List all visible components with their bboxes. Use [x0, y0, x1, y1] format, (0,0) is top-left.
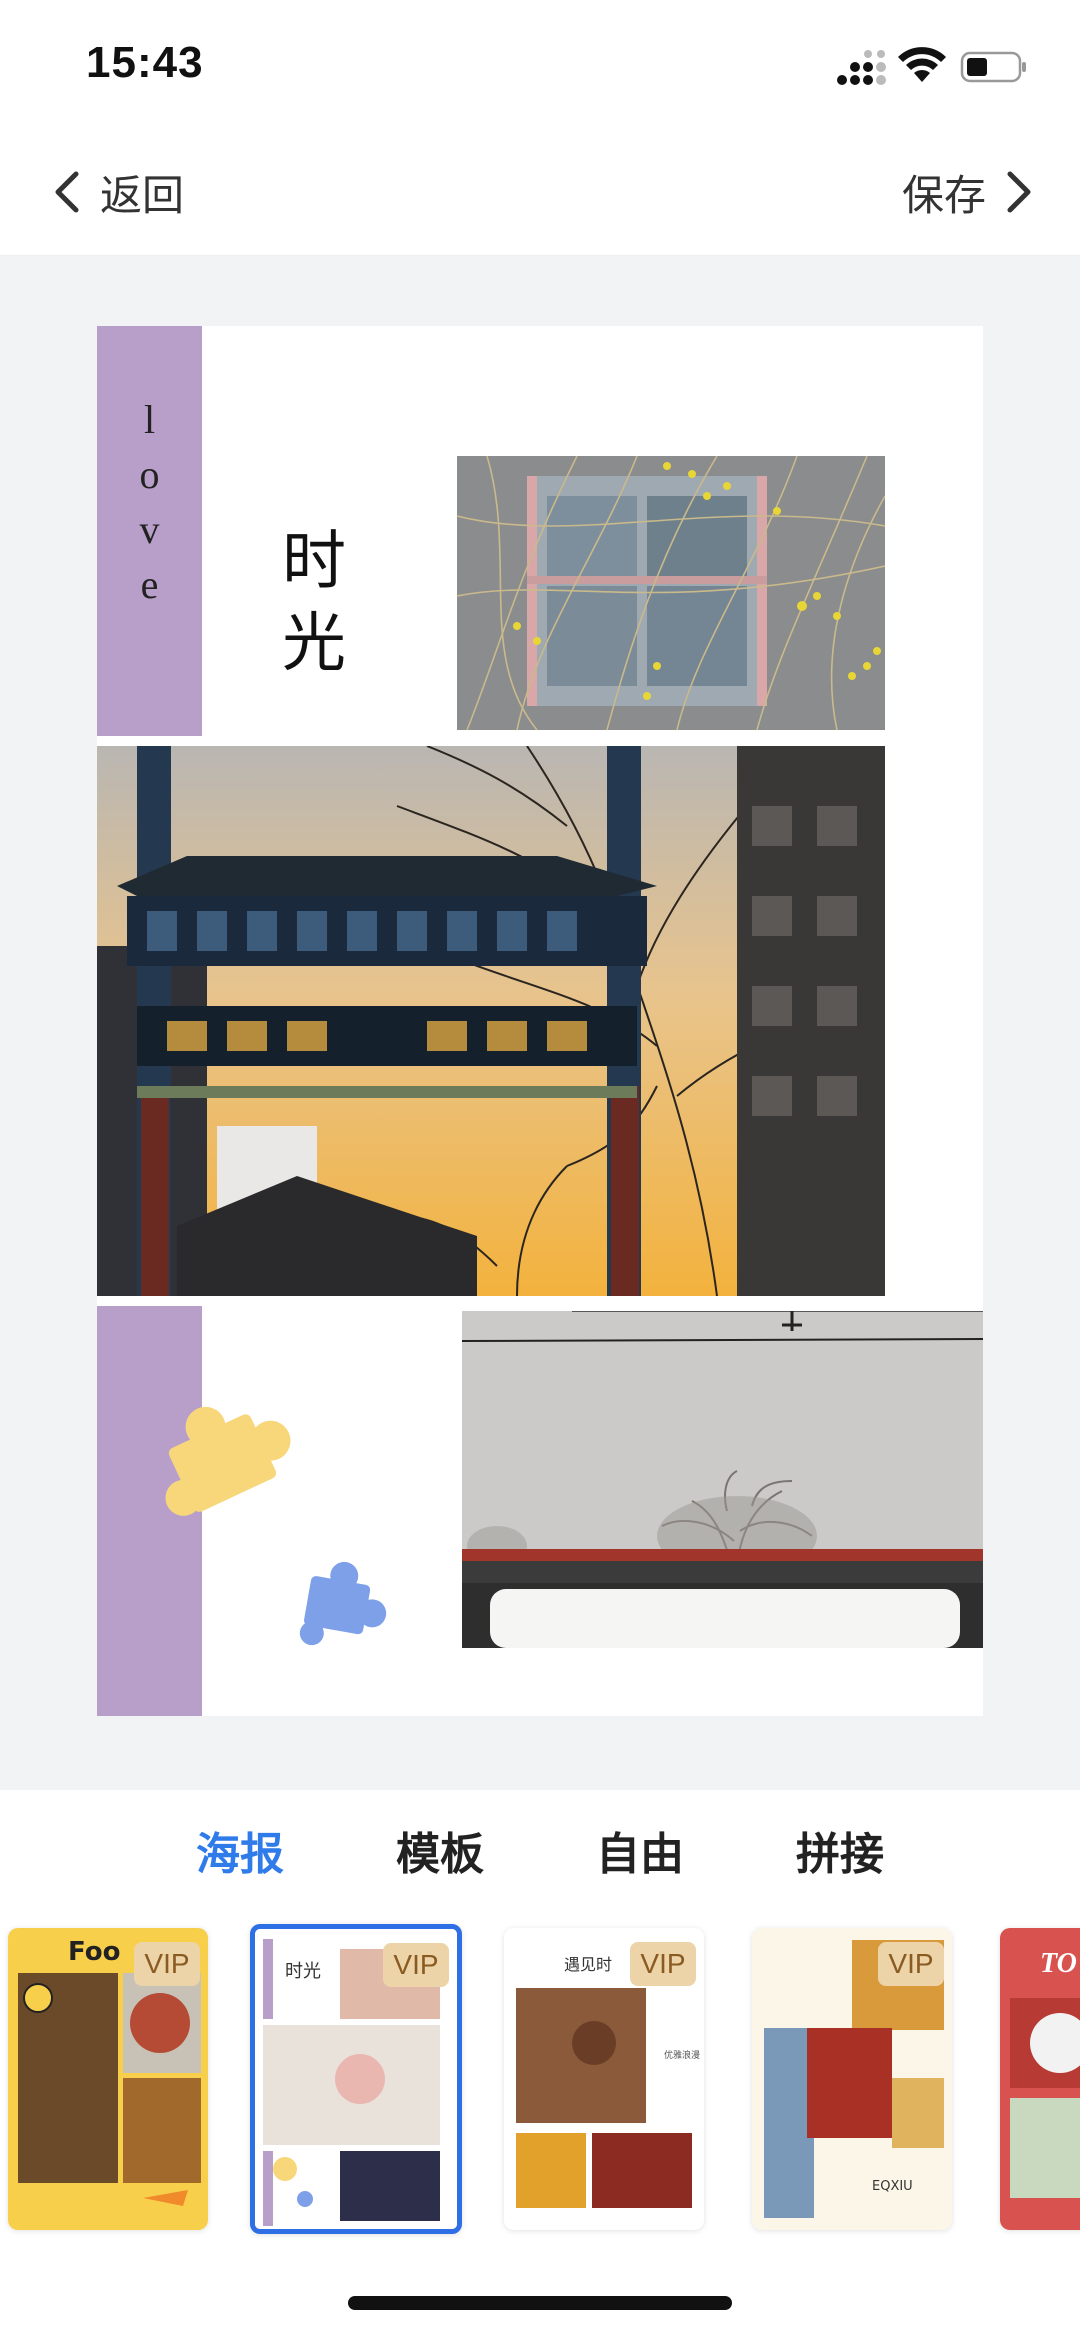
- tab-poster[interactable]: 海报: [140, 1790, 340, 1920]
- photo-wall-tree[interactable]: [462, 1311, 983, 1648]
- blue-puzzle-sticker[interactable]: [287, 1556, 397, 1656]
- template-card[interactable]: TO: [1000, 1928, 1080, 2230]
- template-carousel[interactable]: Foo VIP 时光 VIP 遇见时 优雅浪漫 VIP EQXIU VIP TO: [0, 1920, 1080, 2240]
- home-indicator[interactable]: [348, 2296, 732, 2310]
- template-brand-text: EQXIU: [872, 2179, 913, 2194]
- vip-badge: VIP: [134, 1942, 200, 1986]
- love-letter: v: [139, 507, 160, 552]
- chevron-right-icon: [1007, 171, 1031, 213]
- status-time: 15:43: [86, 38, 204, 87]
- template-card[interactable]: Foo VIP: [8, 1928, 208, 2230]
- template-card-selected[interactable]: 时光 VIP: [250, 1924, 462, 2234]
- save-label: 保存: [901, 171, 986, 219]
- poster-title-text[interactable]: 时 光: [282, 521, 362, 685]
- vip-badge: VIP: [383, 1943, 449, 1987]
- template-side-text: 优雅浪漫: [664, 2049, 700, 2061]
- back-label: 返回: [100, 171, 185, 219]
- mode-tabs: 海报 模板 自由 拼接: [0, 1790, 1080, 1920]
- save-button[interactable]: 保存: [902, 160, 1034, 224]
- photo-archway-sunset[interactable]: [97, 746, 885, 1296]
- love-letter: o: [139, 452, 160, 497]
- template-card[interactable]: 遇见时 优雅浪漫 VIP: [504, 1928, 704, 2230]
- love-letter: l: [143, 397, 156, 442]
- poster-preview[interactable]: l o v e 时 光: [97, 326, 983, 1716]
- chevron-left-icon: [55, 171, 79, 213]
- template-header-text: TO: [1040, 1948, 1077, 1979]
- template-header-text: 时光: [285, 1961, 321, 1982]
- love-letter: e: [140, 562, 159, 607]
- template-header-text: Foo: [68, 1937, 120, 1967]
- vip-badge: VIP: [630, 1942, 696, 1986]
- tab-template[interactable]: 模板: [340, 1790, 540, 1920]
- wifi-icon: [898, 47, 946, 82]
- tab-free[interactable]: 自由: [540, 1790, 740, 1920]
- editor-canvas: l o v e 时 光: [0, 256, 1080, 1790]
- yellow-puzzle-sticker[interactable]: [137, 1386, 317, 1536]
- vip-badge: VIP: [878, 1942, 944, 1986]
- tab-stitch[interactable]: 拼接: [740, 1790, 940, 1920]
- back-button[interactable]: 返回: [52, 160, 184, 224]
- template-card[interactable]: EQXIU VIP: [752, 1928, 952, 2230]
- template-header-text: 遇见时: [564, 1955, 612, 1974]
- nav-bar: 返回 保存: [0, 130, 1080, 256]
- title-char: 时: [282, 525, 346, 599]
- title-char: 光: [282, 607, 346, 681]
- battery-icon: [960, 51, 1026, 83]
- cellular-signal-icon: [837, 50, 886, 85]
- status-bar: 15:43: [0, 0, 1080, 130]
- photo-window-flowers[interactable]: [457, 456, 885, 730]
- love-vertical-text[interactable]: l o v e: [97, 396, 202, 608]
